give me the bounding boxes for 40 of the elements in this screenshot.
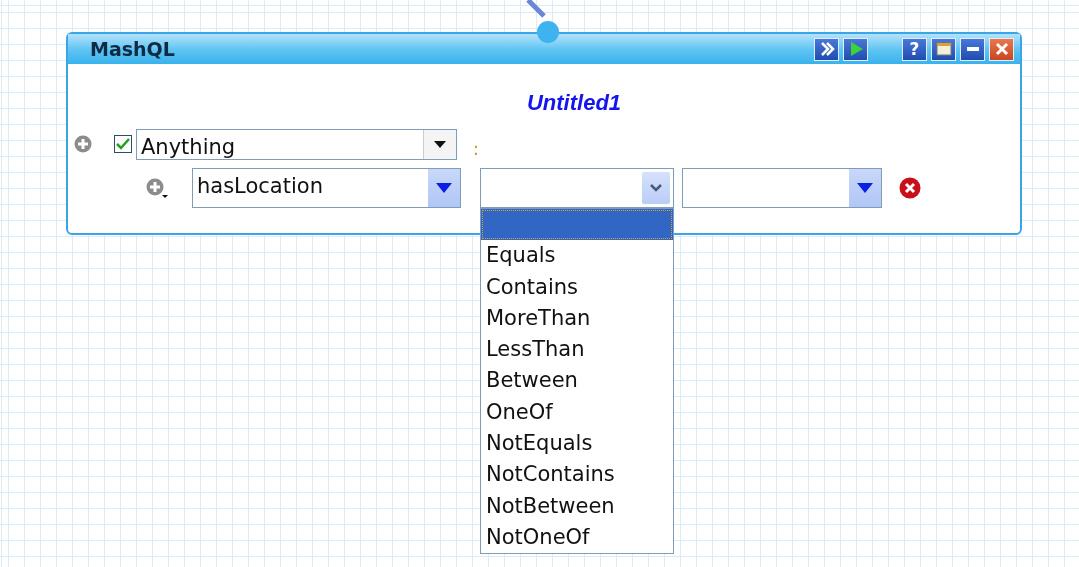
add-menu-icon[interactable]	[146, 177, 168, 199]
subject-combo[interactable]: Anything	[136, 128, 457, 160]
dropdown-option[interactable]: Contains	[481, 271, 673, 303]
value-combo[interactable]	[682, 168, 882, 208]
dropdown-option[interactable]: NotBetween	[481, 490, 673, 522]
dropdown-option[interactable]: MoreThan	[481, 302, 673, 335]
caret-icon	[434, 140, 446, 148]
caret-icon	[436, 183, 452, 193]
dropdown-option[interactable]	[481, 209, 673, 241]
minimize-icon	[966, 47, 979, 51]
delete-icon[interactable]	[899, 177, 921, 199]
dropdown-option[interactable]: NotEquals	[481, 428, 673, 460]
checkbox[interactable]	[114, 135, 132, 153]
dropdown-option[interactable]: NotOneOf	[481, 521, 673, 554]
dropdown-option[interactable]: LessThan	[481, 334, 673, 366]
dropdown-option[interactable]: OneOf	[481, 396, 673, 429]
dropdown-option[interactable]: Between	[481, 365, 673, 397]
properties-button[interactable]	[931, 37, 956, 61]
close-icon	[994, 42, 1009, 56]
dropdown-option[interactable]: Equals	[481, 240, 673, 272]
double-arrow-icon	[818, 41, 835, 57]
dropdown-option[interactable]: NotContains	[481, 459, 673, 491]
add-icon[interactable]	[74, 135, 92, 153]
run-button[interactable]	[843, 37, 868, 61]
help-button[interactable]: ?	[902, 37, 927, 61]
dropdown-button[interactable]	[849, 169, 881, 207]
window-icon	[935, 41, 952, 57]
caret-icon	[857, 183, 873, 193]
separator-text: :	[473, 139, 479, 159]
operator-combo[interactable]	[480, 168, 674, 208]
chevron-down-icon	[650, 184, 662, 192]
toolbar-button[interactable]	[814, 37, 839, 61]
minimize-button[interactable]	[960, 37, 985, 61]
dropdown-button[interactable]	[428, 169, 460, 207]
query-title: Untitled1	[526, 90, 622, 115]
property-combo[interactable]: hasLocation	[192, 168, 461, 208]
checkmark-icon	[116, 138, 130, 150]
close-button[interactable]	[989, 37, 1014, 61]
dropdown-button[interactable]	[423, 129, 456, 159]
window-title: MashQL	[90, 38, 176, 60]
